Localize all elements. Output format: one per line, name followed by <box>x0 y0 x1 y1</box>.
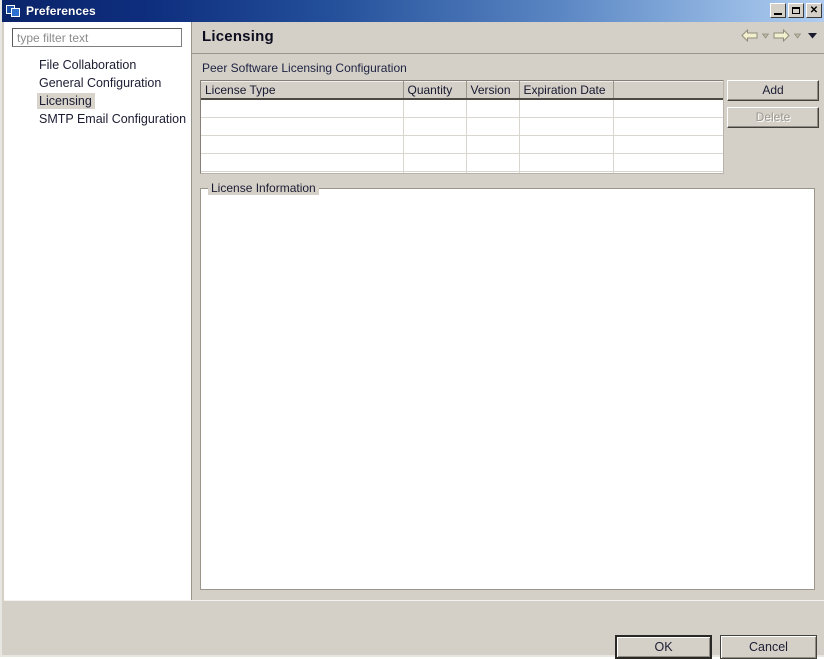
maximize-button[interactable] <box>788 3 804 18</box>
close-button[interactable]: ✕ <box>806 3 822 18</box>
back-dropdown-icon[interactable] <box>761 31 770 40</box>
add-button[interactable]: Add <box>727 80 819 101</box>
cell-quantity <box>403 99 467 118</box>
filter-input[interactable]: type filter text <box>12 28 182 47</box>
footer-buttons: OK Cancel <box>615 635 817 659</box>
cell-filler <box>613 153 723 172</box>
table-row[interactable] <box>201 171 723 173</box>
column-header-quantity[interactable]: Quantity <box>403 81 467 100</box>
sidebar-item-label: File Collaboration <box>39 58 137 72</box>
table-row[interactable] <box>201 153 723 172</box>
view-menu-chevron-down-icon[interactable] <box>807 30 818 41</box>
sidebar-item-label: General Configuration <box>39 76 162 90</box>
sidebar-item-licensing[interactable]: Licensing <box>4 92 191 110</box>
column-header-version[interactable]: Version <box>466 81 520 100</box>
forward-dropdown-icon[interactable] <box>793 31 802 40</box>
sidebar: type filter text File Collaboration Gene… <box>4 22 191 600</box>
license-information-group: License Information <box>200 182 815 590</box>
cancel-button[interactable]: Cancel <box>720 635 817 659</box>
cell-filler <box>613 99 723 118</box>
cell-filler <box>613 117 723 136</box>
page-nav-tools <box>741 29 818 42</box>
preferences-window: Preferences ✕ type filter text File Coll… <box>0 0 824 659</box>
forward-arrow-icon[interactable] <box>773 29 790 42</box>
cell-expiration-date <box>519 117 614 136</box>
column-header-expiration-date[interactable]: Expiration Date <box>519 81 614 100</box>
page-title: Licensing <box>202 28 274 45</box>
sidebar-item-label: Licensing <box>37 93 95 109</box>
column-header-license-type[interactable]: License Type <box>201 81 404 100</box>
cell-version <box>466 99 520 118</box>
cell-filler <box>613 171 723 173</box>
table-row[interactable] <box>201 99 723 118</box>
cell-license-type <box>201 99 404 118</box>
cell-license-type <box>201 153 404 172</box>
page-header: Licensing <box>192 22 824 53</box>
table-actions: Add Delete <box>727 80 819 134</box>
ok-button[interactable]: OK <box>615 635 712 659</box>
window-controls: ✕ <box>770 3 822 18</box>
back-arrow-icon[interactable] <box>741 29 758 42</box>
cell-expiration-date <box>519 171 614 173</box>
cell-version <box>466 117 520 136</box>
cell-filler <box>613 135 723 154</box>
group-legend: License Information <box>208 182 319 195</box>
group-border-notch <box>200 188 208 189</box>
sidebar-item-file-collaboration[interactable]: File Collaboration <box>4 56 191 74</box>
app-icon <box>6 3 22 19</box>
table-body <box>201 99 723 173</box>
cell-version <box>466 153 520 172</box>
cell-quantity <box>403 171 467 173</box>
cell-quantity <box>403 117 467 136</box>
cell-version <box>466 171 520 173</box>
delete-button[interactable]: Delete <box>727 107 819 128</box>
header-separator <box>192 53 824 54</box>
title-bar: Preferences ✕ <box>2 0 824 22</box>
cell-license-type <box>201 135 404 154</box>
minimize-button[interactable] <box>770 3 786 18</box>
main-panel: Licensing Peer Software Licensing Config… <box>192 22 824 600</box>
section-subtitle: Peer Software Licensing Configuration <box>202 61 407 75</box>
cell-version <box>466 135 520 154</box>
cell-license-type <box>201 117 404 136</box>
table-row[interactable] <box>201 135 723 154</box>
dialog-body: type filter text File Collaboration Gene… <box>4 22 824 659</box>
preferences-tree: File Collaboration General Configuration… <box>4 56 191 128</box>
sidebar-item-label: SMTP Email Configuration <box>39 112 187 126</box>
cell-license-type <box>201 171 404 173</box>
table-row[interactable] <box>201 117 723 136</box>
window-title: Preferences <box>26 4 96 18</box>
cell-expiration-date <box>519 99 614 118</box>
license-table[interactable]: License Type Quantity Version Expiration… <box>200 80 724 174</box>
sidebar-item-smtp-email-configuration[interactable]: SMTP Email Configuration <box>4 110 191 128</box>
cell-expiration-date <box>519 153 614 172</box>
filter-placeholder: type filter text <box>17 30 89 45</box>
close-icon: ✕ <box>809 5 819 16</box>
table-header-row: License Type Quantity Version Expiration… <box>201 81 723 100</box>
sidebar-item-general-configuration[interactable]: General Configuration <box>4 74 191 92</box>
cell-expiration-date <box>519 135 614 154</box>
cell-quantity <box>403 153 467 172</box>
cell-quantity <box>403 135 467 154</box>
license-information-content[interactable] <box>200 188 815 590</box>
column-header-filler <box>613 81 723 100</box>
dialog-footer: OK Cancel <box>4 601 824 659</box>
